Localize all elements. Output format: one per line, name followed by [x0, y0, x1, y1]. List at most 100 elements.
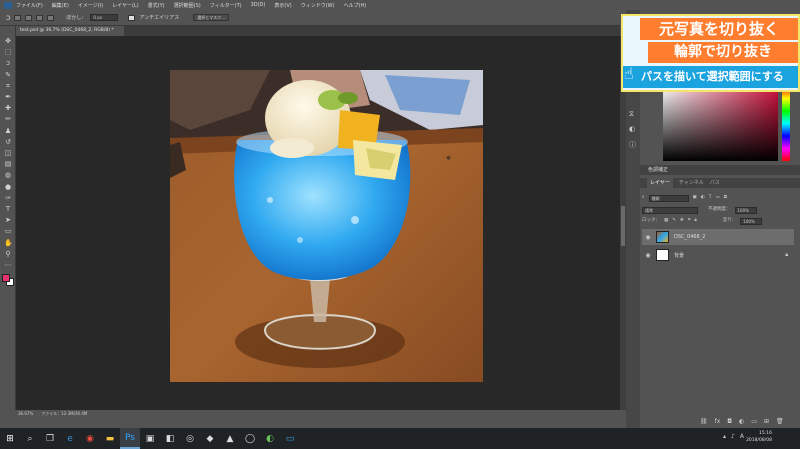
app-icon[interactable]: ◆	[200, 428, 220, 449]
healing-tool-icon[interactable]: ✚	[4, 105, 12, 112]
tab-channels[interactable]: チャンネル	[679, 178, 704, 188]
new-group-icon[interactable]: ▭	[751, 418, 757, 426]
add-mask-icon[interactable]: ◘	[727, 418, 732, 426]
menu-filter[interactable]: フィルター(T)	[210, 2, 242, 9]
blend-mode-select[interactable]: 通常	[642, 206, 698, 214]
new-selection-icon[interactable]	[14, 14, 22, 21]
photoshop-icon[interactable]: Ps	[120, 428, 140, 449]
app-icon[interactable]: ◐	[260, 428, 280, 449]
lock-move-icon[interactable]: ✥	[680, 217, 684, 225]
filter-type-icon[interactable]: T	[709, 194, 712, 202]
menu-layer[interactable]: レイヤー(L)	[112, 2, 139, 9]
blur-tool-icon[interactable]: ◍	[4, 172, 12, 179]
pen-tool-icon[interactable]: ✑	[4, 194, 12, 202]
foreground-color-swatch[interactable]	[2, 274, 10, 282]
chrome-icon[interactable]: ◉	[80, 428, 100, 449]
lasso-preset-icon[interactable]: ↄ	[6, 13, 10, 22]
layer-name[interactable]: DSC_0468_2	[674, 234, 705, 240]
brush-tool-icon[interactable]: ✏	[4, 116, 12, 123]
history-brush-tool-icon[interactable]: ↺	[4, 138, 12, 146]
network-icon[interactable]: ▴	[723, 433, 726, 440]
layer-style-icon[interactable]: fx	[715, 418, 721, 426]
app-icon[interactable]: ◎	[180, 428, 200, 449]
shape-tool-icon[interactable]: ▭	[4, 228, 12, 235]
stamp-tool-icon[interactable]: ♟	[4, 127, 12, 135]
history-icon[interactable]: ⧖	[629, 110, 634, 119]
subtract-selection-icon[interactable]	[36, 14, 44, 21]
eyedropper-tool-icon[interactable]: ✒	[4, 94, 12, 101]
menu-select[interactable]: 選択範囲(S)	[174, 2, 201, 9]
ime-icon[interactable]: A	[740, 433, 744, 440]
dodge-tool-icon[interactable]: ●	[4, 183, 12, 191]
visibility-eye-icon[interactable]: ◉	[642, 252, 654, 259]
filter-adjust-icon[interactable]: ◐	[701, 194, 705, 202]
select-and-mask-button[interactable]: 選択とマスク...	[193, 14, 230, 21]
edge-icon[interactable]: e	[60, 428, 80, 449]
menu-file[interactable]: ファイル(F)	[16, 2, 43, 9]
scrollbar-thumb[interactable]	[621, 206, 625, 246]
trash-icon[interactable]: 🗑︎	[776, 418, 784, 426]
app-icon[interactable]: ▣	[140, 428, 160, 449]
hand-tool-icon[interactable]: ✋	[4, 239, 13, 247]
new-adjustment-icon[interactable]: ◐	[739, 418, 744, 426]
menu-type[interactable]: 書式(Y)	[148, 2, 165, 9]
crop-tool-icon[interactable]: ⌗	[4, 82, 12, 90]
marquee-tool-icon[interactable]: ⬚	[4, 49, 12, 56]
lock-all-icon[interactable]: 🔒︎	[694, 217, 696, 225]
task-view-icon[interactable]: ❐	[40, 428, 60, 449]
gradient-tool-icon[interactable]: ▤	[4, 161, 12, 168]
photoshop-logo-icon	[4, 1, 12, 9]
menu-help[interactable]: ヘルプ(H)	[344, 2, 367, 9]
search-icon[interactable]: ⌕	[20, 428, 40, 449]
hue-slider[interactable]	[782, 86, 790, 161]
app-icon[interactable]: ◯	[240, 428, 260, 449]
eraser-tool-icon[interactable]: ◫	[4, 150, 12, 157]
visibility-eye-icon[interactable]: ◉	[642, 234, 654, 241]
menu-view[interactable]: 表示(V)	[274, 2, 291, 9]
document-tab[interactable]: test.psd @ 36.7% (DSC_0468_2, RGB/8) *	[16, 26, 124, 36]
app-icon[interactable]: ▭	[280, 428, 300, 449]
file-explorer-icon[interactable]: ▬	[100, 428, 120, 449]
color-picker-field[interactable]	[663, 86, 778, 161]
adjustments-panel-header[interactable]: 色調補正	[640, 165, 800, 175]
lock-artboard-icon[interactable]: ⌗	[688, 217, 691, 225]
app-icon[interactable]: ▲	[220, 428, 240, 449]
filter-pixel-icon[interactable]: ▣	[693, 194, 697, 202]
new-layer-icon[interactable]: ⊞	[764, 418, 769, 426]
fill-input[interactable]: 100%	[740, 217, 763, 225]
tab-paths[interactable]: パス	[710, 178, 720, 188]
move-tool-icon[interactable]: ✥	[4, 38, 12, 45]
app-icon[interactable]: ◧	[160, 428, 180, 449]
intersect-selection-icon[interactable]	[47, 14, 55, 21]
layer-row[interactable]: ◉ DSC_0468_2	[642, 229, 794, 245]
filter-shape-icon[interactable]: ▭	[715, 194, 719, 202]
menu-edit[interactable]: 編集(E)	[52, 2, 69, 9]
add-selection-icon[interactable]	[25, 14, 33, 21]
volume-icon[interactable]: ♪	[731, 433, 735, 440]
layer-name[interactable]: 背景	[674, 252, 684, 259]
link-layers-icon[interactable]: ⛓	[700, 418, 708, 426]
more-tools-icon[interactable]: ⋯	[4, 262, 12, 269]
opacity-input[interactable]: 100%	[734, 206, 757, 214]
antialias-checkbox[interactable]	[128, 14, 136, 21]
menu-3d[interactable]: 3D(D)	[251, 2, 266, 8]
lasso-tool-icon[interactable]: ↄ	[4, 60, 12, 67]
filter-smart-icon[interactable]: ⧉	[724, 194, 727, 202]
type-tool-icon[interactable]: T	[4, 206, 12, 213]
clock[interactable]: 15:16 2018/08/08	[746, 430, 772, 444]
feather-input[interactable]: 0 px	[90, 14, 119, 21]
lock-paint-icon[interactable]: ✎	[672, 217, 676, 225]
zoom-tool-icon[interactable]: ⚲	[4, 250, 12, 258]
menu-window[interactable]: ウィンドウ(W)	[301, 2, 335, 9]
quick-select-tool-icon[interactable]: ✎	[4, 71, 12, 79]
windows-start-icon[interactable]: ⊞	[0, 428, 20, 449]
menu-image[interactable]: イメージ(I)	[78, 2, 103, 9]
info-icon[interactable]: ⓘ	[629, 140, 636, 150]
layer-row[interactable]: ◉ 背景 🔒︎	[642, 247, 794, 263]
tab-layers[interactable]: レイヤー	[647, 178, 673, 188]
lock-pixels-icon[interactable]: ▦	[664, 217, 668, 225]
document-image[interactable]	[170, 70, 483, 382]
kind-filter-select[interactable]: 種類	[648, 194, 689, 202]
adjust-icon[interactable]: ◐	[629, 125, 635, 133]
path-select-tool-icon[interactable]: ➤	[4, 217, 12, 224]
